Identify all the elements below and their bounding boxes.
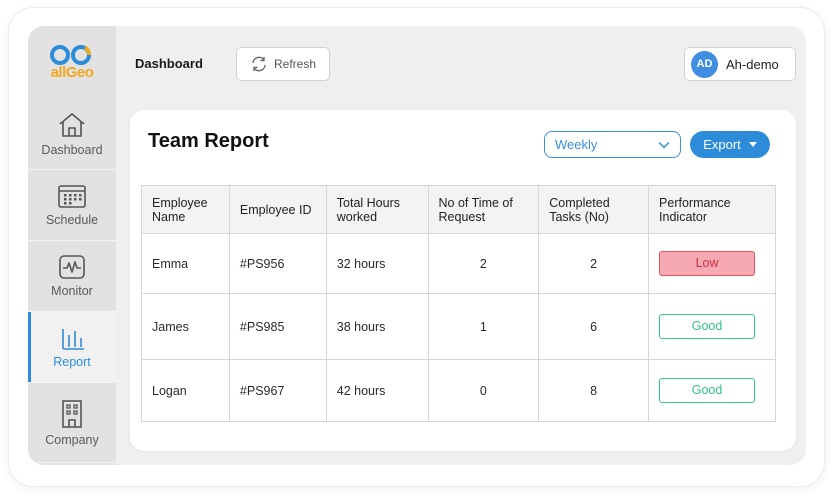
hours-cell: 38 hours [325,293,429,360]
sidebar-nav: Dashboard Schedule Monitor Report Compan… [28,99,116,463]
period-dropdown[interactable]: Weekly [544,131,681,158]
tasks-cell: 6 [538,293,650,360]
column-header: Total Hours worked [325,185,429,234]
sidebar-item-schedule[interactable]: Schedule [28,170,116,241]
tasks-cell: 2 [538,233,650,294]
period-value: Weekly [555,137,598,152]
home-icon [59,113,85,137]
user-menu-button[interactable]: AD Ah-demo [684,47,796,81]
team-report-card: Team Report Weekly Export Employee Name … [130,110,796,451]
table-row: Emma #PS956 32 hours 2 2 Low [141,233,776,294]
employee-id-cell: #PS985 [228,293,327,360]
refresh-label: Refresh [273,57,317,71]
column-header: Performance Indicator [648,185,776,234]
sidebar-item-label: Monitor [51,284,93,298]
sidebar-item-label: Dashboard [41,143,103,157]
time-off-cell: 2 [427,233,540,294]
chevron-down-icon [658,141,670,149]
caret-down-icon [748,142,757,147]
hours-cell: 32 hours [325,233,429,294]
sidebar-item-monitor[interactable]: Monitor [28,241,116,312]
report-table: Employee Name Employee ID Total Hours wo… [141,185,776,422]
calendar-icon [58,185,86,208]
sidebar-item-label: Company [45,432,99,447]
avatar: AD [691,50,718,78]
export-button[interactable]: Export [690,131,770,158]
table-row: Logan #PS967 42 hours 0 8 Good [141,359,776,422]
table-header-row: Employee Name Employee ID Total Hours wo… [141,185,776,234]
refresh-button[interactable]: Refresh [236,47,330,81]
page-title: Dashboard [135,56,203,71]
performance-cell: Good [648,359,776,422]
logo-text: allGeo [50,64,94,81]
table-row: James #PS985 38 hours 1 6 Good [141,293,776,360]
hours-cell: 42 hours [325,359,429,422]
tasks-cell: 8 [538,359,650,422]
employee-name-cell: Emma [141,233,230,294]
report-title: Team Report [148,130,269,152]
employee-id-cell: #PS956 [228,233,327,294]
performance-cell: Low [648,233,776,294]
column-header: Employee Name [141,185,230,234]
logo-rings-icon [50,45,91,65]
employee-id-cell: #PS967 [228,359,327,422]
column-header: No of Time of Request [427,185,540,234]
column-header: Employee ID [228,185,327,234]
status-badge: Low [659,251,756,276]
user-name: Ah-demo [726,56,779,72]
status-badge: Good [659,378,756,403]
logo: allGeo [28,26,116,98]
employee-name-cell: James [141,293,230,360]
export-label: Export [703,137,741,152]
column-header: Completed Tasks (No) [538,185,650,234]
sidebar-item-report[interactable]: Report [28,312,116,383]
employee-name-cell: Logan [141,359,230,422]
app-window: allGeo Dashboard Schedule Monitor Report… [28,26,806,465]
refresh-icon [252,56,266,72]
sidebar-item-label: Report [53,355,91,369]
sidebar: allGeo Dashboard Schedule Monitor Report… [28,26,116,465]
status-badge: Good [659,314,756,339]
building-icon [62,399,82,428]
performance-cell: Good [648,293,776,360]
time-off-cell: 0 [427,359,540,422]
time-off-cell: 1 [427,293,540,360]
sidebar-item-company[interactable]: Company [28,383,116,463]
monitor-pulse-icon [59,255,85,279]
bar-chart-icon [62,329,84,350]
sidebar-item-label: Schedule [45,213,99,227]
sidebar-item-dashboard[interactable]: Dashboard [28,99,116,170]
